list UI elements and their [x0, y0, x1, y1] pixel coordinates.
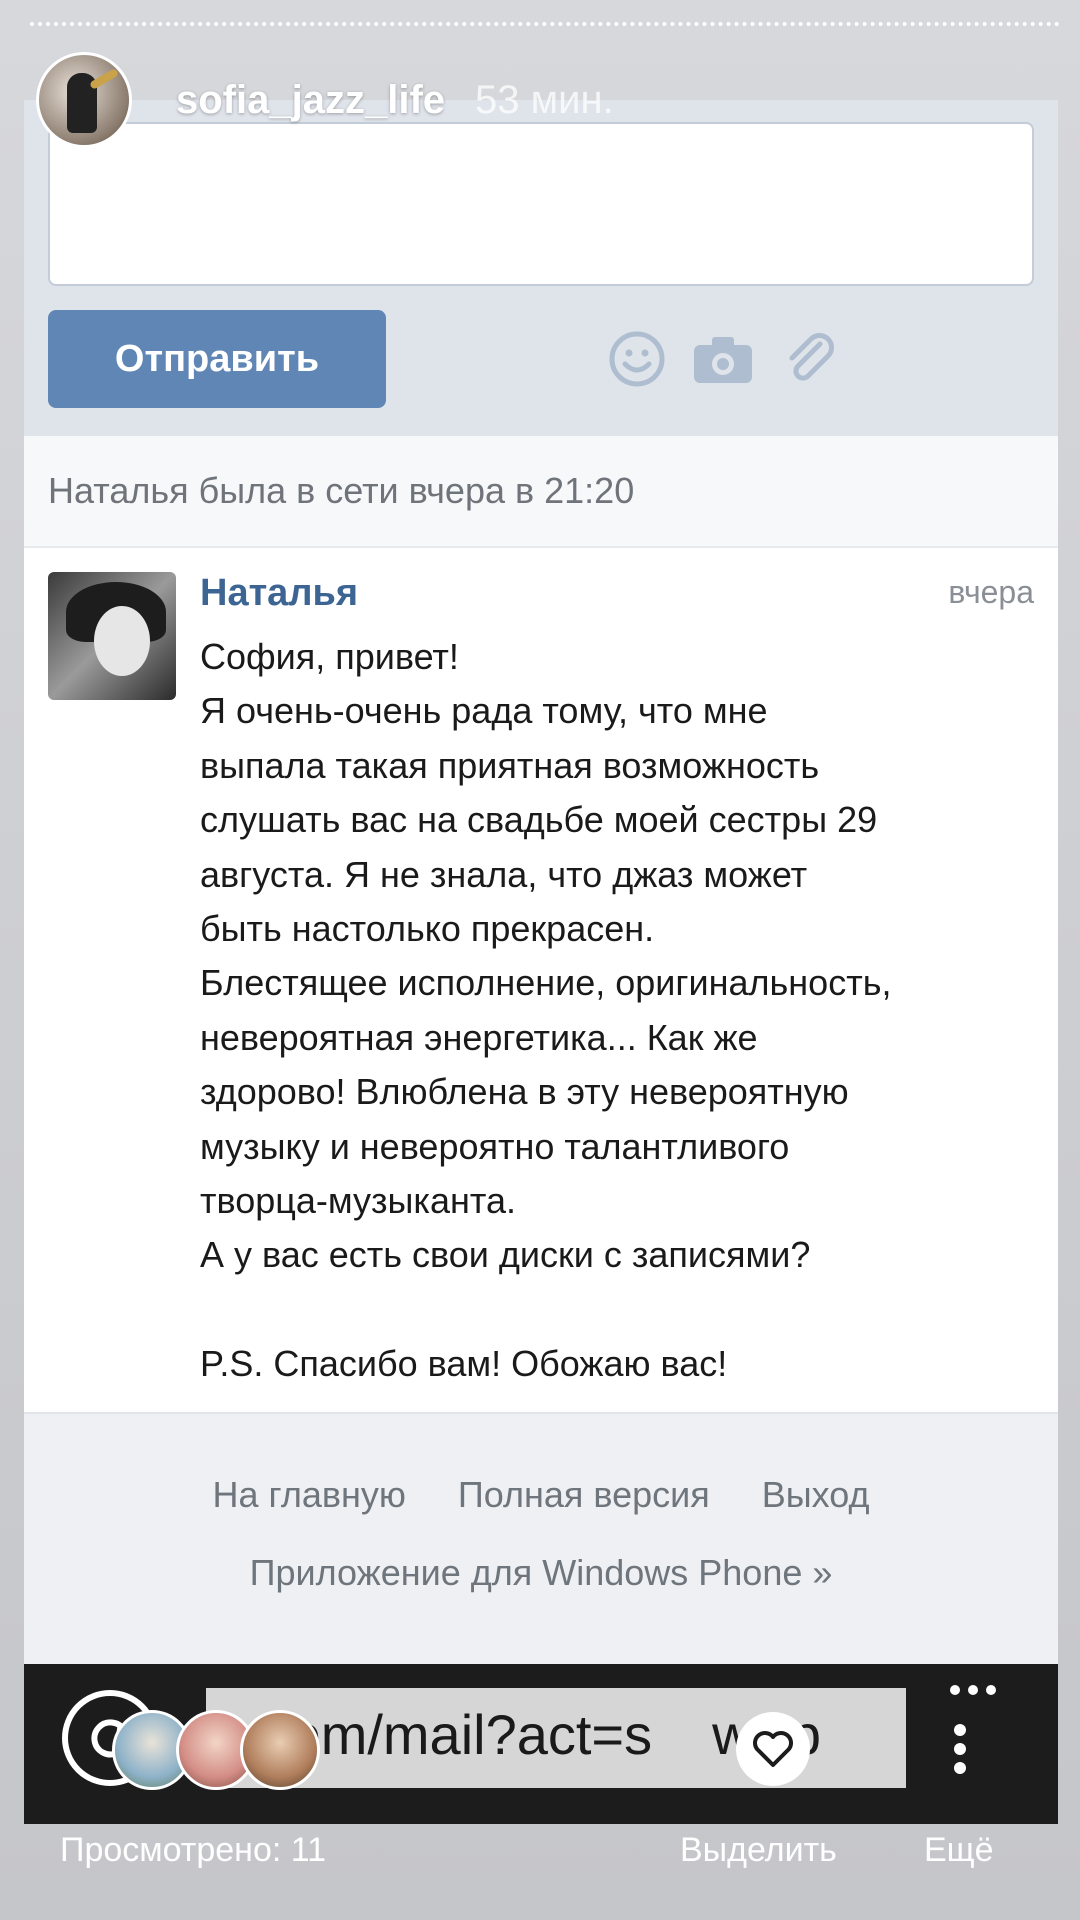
message-line: быть настолько прекрасен. — [200, 907, 655, 949]
message-line: невероятная энергетика... Как же — [200, 1016, 758, 1058]
story-progress-dots — [30, 22, 1060, 26]
smile-icon[interactable] — [606, 328, 668, 390]
more-vertical-icon[interactable] — [952, 1724, 968, 1774]
message-line: София, привет! — [200, 636, 459, 677]
message-line: творца-музыканта. — [200, 1179, 516, 1221]
message-line: августа. Я не знала, что джаз может — [200, 853, 808, 895]
vk-message-screenshot: Отправить Наталья была в сети вчера в 21… — [24, 100, 1058, 1824]
paperclip-icon[interactable] — [778, 328, 840, 390]
compose-area: Отправить — [24, 100, 1058, 436]
story-bottom-bar: Просмотрено: 11 Выделить Ещё — [0, 1820, 1080, 1880]
avatar-face — [94, 606, 150, 676]
menu-dot — [950, 1685, 960, 1695]
story-progress-bar — [30, 22, 1060, 26]
online-status: Наталья была в сети вчера в 21:20 — [24, 436, 1058, 548]
message-date: вчера — [948, 574, 1034, 610]
message-line: выпала такая приятная возможность — [200, 744, 820, 786]
footer-links: На главную Полная версия Выход — [24, 1474, 1058, 1516]
message-line: Блестящее исполнение, оригинальность, — [200, 962, 892, 1004]
logout-link[interactable]: Выход — [762, 1474, 870, 1516]
viewed-count[interactable]: Просмотрено: 11 — [60, 1831, 326, 1870]
viewer-avatars[interactable] — [112, 1710, 352, 1790]
windows-phone-app-link[interactable]: Приложение для Windows Phone » — [24, 1552, 1058, 1594]
message-line — [200, 1283, 1040, 1337]
camera-icon[interactable] — [692, 328, 754, 390]
sender-name[interactable]: Наталья — [200, 572, 358, 615]
story-time-ago: 53 мин. — [475, 77, 614, 122]
more-dot — [954, 1724, 966, 1736]
sender-avatar[interactable] — [48, 572, 176, 700]
message-line: здорово! Влюблена в эту невероятную — [200, 1071, 849, 1113]
message-line: А у вас есть свои диски с записями? — [200, 1234, 811, 1276]
message-line: Я очень-очень рада тому, что мне — [200, 690, 768, 732]
message-body: София, привет! Я очень-очень рада тому, … — [200, 630, 1040, 1391]
more-dot — [954, 1762, 966, 1774]
story-header: sofia_jazz_life 53 мин. — [36, 52, 614, 148]
page-footer: На главную Полная версия Выход Приложени… — [24, 1412, 1058, 1664]
menu-dot — [968, 1685, 978, 1695]
more-dot — [954, 1743, 966, 1755]
message-line: P.S. Спасибо вам! Обожаю вас! — [200, 1343, 728, 1385]
story-author-avatar[interactable] — [36, 52, 132, 148]
story-username[interactable]: sofia_jazz_life — [176, 78, 445, 123]
menu-dot — [986, 1685, 996, 1695]
highlight-heart-icon[interactable] — [736, 1712, 810, 1786]
saxophone-icon — [89, 68, 119, 90]
online-status-text: Наталья была в сети вчера в 21:20 — [48, 470, 635, 511]
highlight-button[interactable]: Выделить — [680, 1831, 837, 1870]
home-link[interactable]: На главную — [212, 1474, 405, 1516]
more-button[interactable]: Ещё — [924, 1831, 994, 1870]
full-version-link[interactable]: Полная версия — [458, 1474, 710, 1516]
message-item: Наталья вчера София, привет! Я очень-оче… — [24, 550, 1058, 1410]
viewer-avatar — [240, 1710, 320, 1790]
browser-menu-icon[interactable] — [950, 1682, 1010, 1700]
send-button[interactable]: Отправить — [48, 310, 386, 408]
message-line: слушать вас на свадьбе моей сестры 29 — [200, 799, 878, 841]
message-line: музыку и невероятно талантливого — [200, 1125, 790, 1167]
